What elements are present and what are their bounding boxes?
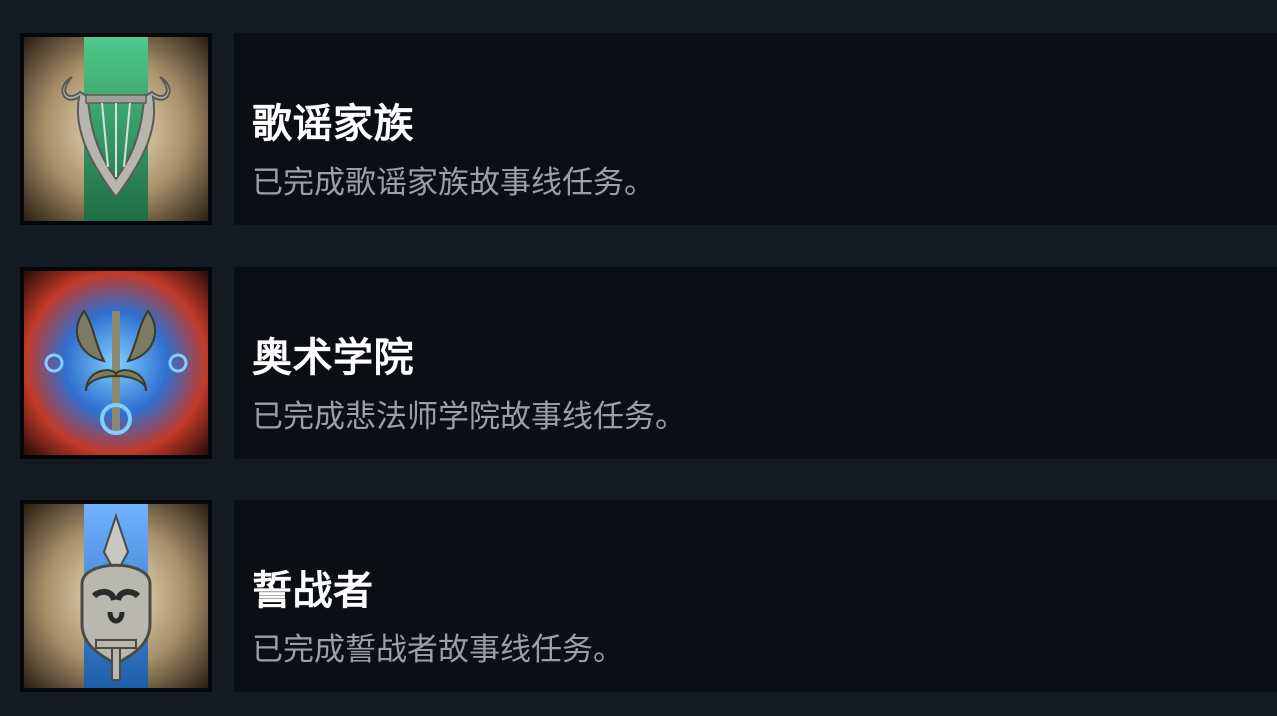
achievement-title: 誓战者 (252, 568, 374, 614)
achievement-icon-frame (20, 33, 212, 225)
achievement-panel: 奥术学院 已完成悲法师学院故事线任务。 (234, 267, 1277, 459)
achievement-icon-frame (20, 500, 212, 692)
lyre-icon (24, 37, 208, 221)
helmet-sword-icon (24, 504, 208, 688)
achievement-icon-frame (20, 267, 212, 459)
achievement-description: 已完成誓战者故事线任务。 (252, 632, 624, 668)
achievement-list: 歌谣家族 已完成歌谣家族故事线任务。 奥术学院 已完成悲法师学院故事线任务。 誓… (0, 0, 1277, 716)
achievement-panel: 誓战者 已完成誓战者故事线任务。 (234, 500, 1277, 692)
achievement-panel: 歌谣家族 已完成歌谣家族故事线任务。 (234, 33, 1277, 225)
achievement-description: 已完成悲法师学院故事线任务。 (252, 399, 686, 435)
achievement-title: 奥术学院 (252, 335, 414, 381)
achievement-item[interactable]: 歌谣家族 已完成歌谣家族故事线任务。 (20, 33, 1277, 225)
arcane-sigil-icon (24, 271, 208, 455)
achievement-item[interactable]: 誓战者 已完成誓战者故事线任务。 (20, 500, 1277, 692)
achievement-title: 歌谣家族 (252, 101, 414, 147)
achievement-description: 已完成歌谣家族故事线任务。 (252, 165, 655, 201)
achievement-item[interactable]: 奥术学院 已完成悲法师学院故事线任务。 (20, 267, 1277, 459)
